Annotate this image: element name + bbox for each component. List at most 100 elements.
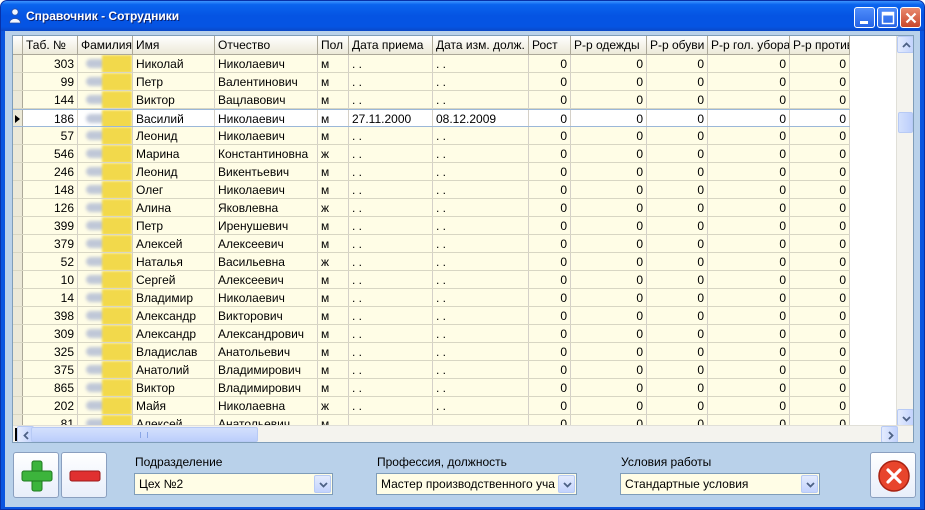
cell-hire[interactable]: . . (349, 163, 433, 180)
cell-height[interactable]: 0 (529, 73, 571, 90)
cell-sex[interactable]: м (318, 307, 349, 324)
cell-cloth[interactable]: 0 (571, 163, 647, 180)
row-indicator[interactable] (13, 235, 23, 252)
cell-hire[interactable]: . . (349, 217, 433, 234)
cell-shoe[interactable]: 0 (647, 199, 708, 216)
cell-cloth[interactable]: 0 (571, 343, 647, 360)
cell-name[interactable]: Алина (133, 199, 215, 216)
cell-hat[interactable]: 0 (708, 181, 790, 198)
row-indicator[interactable] (13, 181, 23, 198)
column-header-hire[interactable]: Дата приема (349, 36, 433, 54)
row-indicator[interactable] (13, 163, 23, 180)
cell-tab[interactable]: 546 (23, 145, 78, 162)
cell-tab[interactable]: 325 (23, 343, 78, 360)
row-indicator[interactable] (13, 110, 23, 126)
cell-hire[interactable]: . . (349, 253, 433, 270)
cell-surname[interactable] (78, 361, 133, 378)
cell-tab[interactable]: 399 (23, 217, 78, 234)
table-row[interactable]: 379 Алексей Алексеевич м. .. .00000 (13, 235, 850, 253)
cell-height[interactable]: 0 (529, 253, 571, 270)
cell-height[interactable]: 0 (529, 343, 571, 360)
row-indicator[interactable] (13, 127, 23, 144)
cell-cloth[interactable]: 0 (571, 325, 647, 342)
horizontal-scrollbar[interactable] (13, 425, 913, 442)
cell-surname[interactable] (78, 55, 133, 72)
row-indicator[interactable] (13, 325, 23, 342)
minimize-button[interactable] (854, 7, 875, 28)
cell-sex[interactable]: м (318, 73, 349, 90)
cell-patronymic[interactable]: Николаевич (215, 110, 318, 126)
cell-patronymic[interactable]: Анатольевич (215, 343, 318, 360)
cell-posdate[interactable]: . . (433, 343, 529, 360)
table-row[interactable]: 202 Майя Николаевна ж. .. .00000 (13, 397, 850, 415)
cell-cloth[interactable]: 0 (571, 253, 647, 270)
cell-hire[interactable]: . . (349, 361, 433, 378)
cell-cloth[interactable]: 0 (571, 55, 647, 72)
table-row[interactable]: 10 Сергей Алексеевич м. .. .00000 (13, 271, 850, 289)
cell-sex[interactable]: ж (318, 199, 349, 216)
cell-name[interactable]: Алексей (133, 235, 215, 252)
cell-patronymic[interactable]: Васильевна (215, 253, 318, 270)
cell-posdate[interactable]: . . (433, 73, 529, 90)
cell-cloth[interactable]: 0 (571, 91, 647, 108)
cell-tab[interactable]: 309 (23, 325, 78, 342)
cell-gas[interactable]: 0 (790, 217, 850, 234)
column-header-name[interactable]: Имя (133, 36, 215, 54)
cell-patronymic[interactable]: Николаевна (215, 397, 318, 414)
cell-cloth[interactable]: 0 (571, 235, 647, 252)
cell-sex[interactable]: м (318, 235, 349, 252)
cell-hat[interactable]: 0 (708, 110, 790, 126)
cell-surname[interactable] (78, 397, 133, 414)
cell-gas[interactable]: 0 (790, 325, 850, 342)
cell-tab[interactable]: 57 (23, 127, 78, 144)
cell-sex[interactable]: м (318, 110, 349, 126)
cell-posdate[interactable]: . . (433, 289, 529, 306)
cell-shoe[interactable]: 0 (647, 343, 708, 360)
row-indicator[interactable] (13, 307, 23, 324)
cell-shoe[interactable]: 0 (647, 91, 708, 108)
column-header-posdate[interactable]: Дата изм. долж. (433, 36, 529, 54)
cell-tab[interactable]: 246 (23, 163, 78, 180)
cell-shoe[interactable]: 0 (647, 127, 708, 144)
cell-surname[interactable] (78, 217, 133, 234)
cell-tab[interactable]: 144 (23, 91, 78, 108)
cell-hat[interactable]: 0 (708, 217, 790, 234)
cell-posdate[interactable]: . . (433, 181, 529, 198)
cell-posdate[interactable]: . . (433, 127, 529, 144)
cell-gas[interactable]: 0 (790, 253, 850, 270)
cell-hire[interactable]: . . (349, 91, 433, 108)
cell-patronymic[interactable]: Яковлевна (215, 199, 318, 216)
cell-posdate[interactable]: . . (433, 235, 529, 252)
cell-sex[interactable]: м (318, 163, 349, 180)
cell-shoe[interactable]: 0 (647, 217, 708, 234)
cell-name[interactable]: Майя (133, 397, 215, 414)
cell-hat[interactable]: 0 (708, 271, 790, 288)
cell-hire[interactable]: . . (349, 289, 433, 306)
vertical-scrollbar[interactable] (896, 36, 913, 426)
cell-posdate[interactable]: . . (433, 217, 529, 234)
column-header-sex[interactable]: Пол (318, 36, 349, 54)
cell-gas[interactable]: 0 (790, 55, 850, 72)
cell-hire[interactable]: . . (349, 397, 433, 414)
cell-hire[interactable]: . . (349, 73, 433, 90)
cell-height[interactable]: 0 (529, 235, 571, 252)
cell-shoe[interactable]: 0 (647, 379, 708, 396)
cell-height[interactable]: 0 (529, 55, 571, 72)
cell-hire[interactable]: . . (349, 325, 433, 342)
cell-tab[interactable]: 148 (23, 181, 78, 198)
cell-posdate[interactable]: . . (433, 55, 529, 72)
cell-hat[interactable]: 0 (708, 163, 790, 180)
table-row[interactable]: 325 Владислав Анатольевич м. .. .00000 (13, 343, 850, 361)
cell-patronymic[interactable]: Николаевич (215, 55, 318, 72)
cell-cloth[interactable]: 0 (571, 289, 647, 306)
cell-sex[interactable]: м (318, 379, 349, 396)
column-header-cloth[interactable]: Р-р одежды (571, 36, 647, 54)
maximize-button[interactable] (877, 7, 898, 28)
add-employee-button[interactable] (13, 452, 59, 498)
cell-patronymic[interactable]: Николаевич (215, 289, 318, 306)
cell-surname[interactable] (78, 289, 133, 306)
cell-patronymic[interactable]: Владимирович (215, 379, 318, 396)
row-indicator[interactable] (13, 145, 23, 162)
cell-sex[interactable]: м (318, 127, 349, 144)
cell-name[interactable]: Петр (133, 73, 215, 90)
